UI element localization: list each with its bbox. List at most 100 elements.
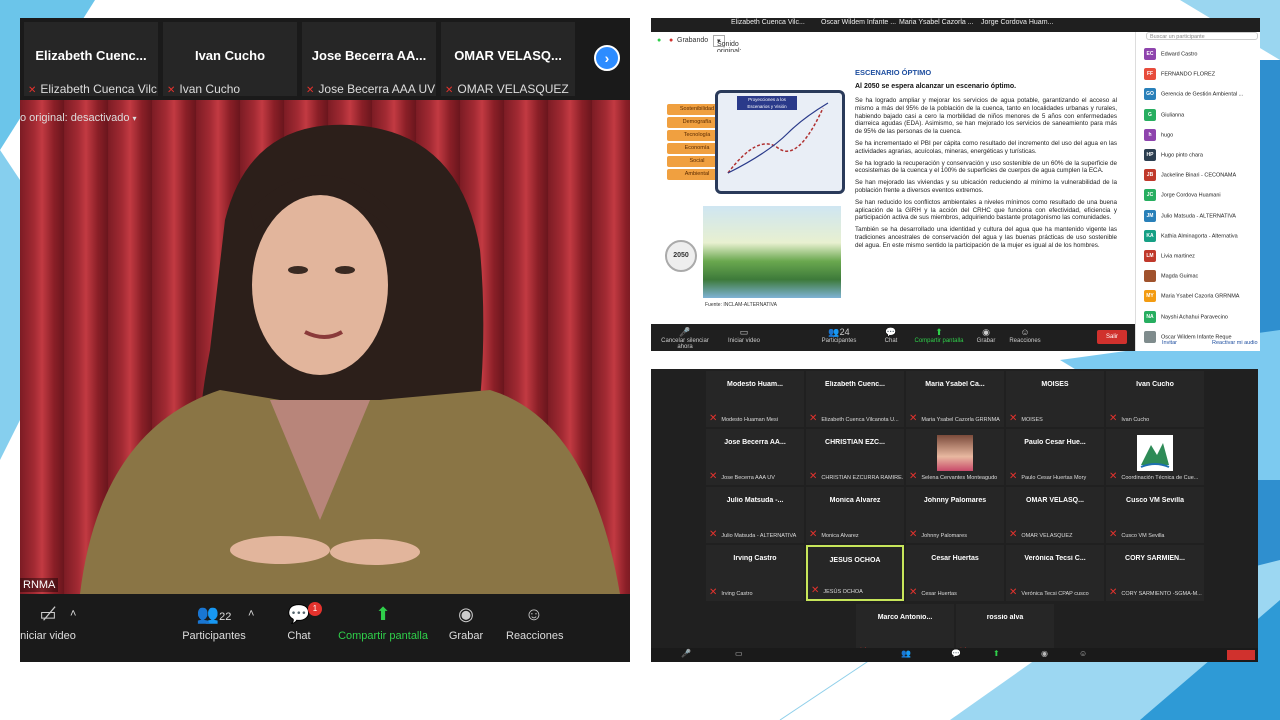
participant-name: Magda Guimac	[1161, 273, 1199, 280]
start-video-button[interactable]: ▭̸ niciar video	[20, 604, 76, 642]
reactions-button[interactable]: ☺ Reacciones	[1007, 327, 1043, 344]
muted-mic-icon: ✕	[445, 85, 454, 96]
gallery-tile[interactable]: Verónica Tecsi C... ✕ Verónica Tecsi CPAP …	[1006, 545, 1104, 601]
participant-list-item[interactable]: KA Kathia Alminagorta - Alternativa	[1144, 229, 1260, 244]
participant-label: ✕ Jose Becerra AAA UV	[306, 82, 436, 96]
gallery-tile[interactable]: OMAR VELASQ... ✕ OMAR VELASQUEZ	[1006, 487, 1104, 543]
record-button[interactable]: ◉ Grabar	[975, 327, 997, 344]
participant-list-item[interactable]: FF FERNANDO FLOREZ	[1144, 68, 1260, 82]
screen-share-window: Elizabeth Cuenca Vilc... Oscar Wildem In…	[651, 18, 1260, 351]
cancel-unmute-button[interactable]: 🎤 Cancelar silenciar ahora	[655, 327, 715, 350]
gallery-tile[interactable]: ✕ Selena Cervantes Monteagudo	[906, 429, 1004, 485]
share-screen-button[interactable]: ⬆ Compartir pantalla	[336, 604, 430, 642]
participant-name: Jorge Cordova Huamani	[1161, 192, 1221, 199]
reactivate-audio-button[interactable]: Reactivar mi audio	[1212, 340, 1258, 346]
participant-name: Marco Antonio...	[877, 614, 933, 621]
recording-bar: ● ● Grabando Sonido original: desactivad…	[651, 32, 1135, 62]
reactions-icon: ☺	[1020, 327, 1030, 337]
year-badge: 2050	[665, 240, 697, 272]
gallery-tile[interactable]: Cusco VM Sevilla ✕ Cusco VM Sevilla	[1106, 487, 1204, 543]
participant-list-item[interactable]: HP Hugo pinto chara	[1144, 149, 1260, 163]
participant-name: Hugo pinto chara	[1161, 152, 1203, 159]
share-screen-button[interactable]: ⬆ Compartir pantalla	[913, 327, 965, 344]
chat-button[interactable]: 💬 1 Chat	[282, 602, 322, 642]
participant-label: ✕ Johnny Palomares	[909, 529, 967, 540]
participant-list-item[interactable]: LM Livia martinez	[1144, 250, 1260, 264]
participants-chevron[interactable]: ˄	[248, 608, 254, 620]
gallery-tile[interactable]: Julio Matsuda -... ✕ Julio Matsuda - ALTER…	[706, 487, 804, 543]
share-screen-icon[interactable]: ⬆	[993, 649, 1000, 658]
diagram-header: Proyecciones a los Escenarios y Visión	[737, 96, 797, 110]
participants-button[interactable]: 👥24 Participantes	[819, 327, 859, 344]
gallery-tile[interactable]: ✕ Coordinación Técnica de Cue...	[1106, 429, 1204, 485]
participants-icon: 👥24	[828, 327, 850, 337]
gallery-tile[interactable]: CORY SARMIEN... ✕ CORY SARMIENTO -SGMA-M..…	[1106, 545, 1204, 601]
participant-label: ✕ Selena Cervantes Monteagudo	[909, 471, 998, 482]
participants-icon[interactable]: 👥	[901, 649, 911, 658]
participant-list-item[interactable]: JM Julio Matsuda - ALTERNATIVA	[1144, 209, 1260, 224]
participant-tile[interactable]: Ivan Cucho ✕ Ivan Cucho	[163, 22, 297, 96]
participant-tile[interactable]: OMAR VELASQ... ✕ OMAR VELASQUEZ	[441, 22, 575, 96]
participant-name: Jose Becerra AA...	[311, 48, 427, 63]
record-button[interactable]: ◉ Grabar	[446, 604, 486, 642]
participant-label: ✕ Modesto Huaman Mesi	[709, 413, 778, 424]
participant-label: ✕ Elizabeth Cuenca Vilc...	[28, 82, 158, 96]
chat-icon[interactable]: 💬	[951, 649, 961, 658]
gallery-tile[interactable]: Monica Alvarez ✕ Monica Alvarez	[806, 487, 904, 543]
participant-list-item[interactable]: JB Jackeline Binari - CECONAMA	[1144, 169, 1260, 183]
participant-name: Giulianna	[1161, 112, 1185, 119]
leave-button[interactable]	[1227, 650, 1255, 660]
participant-name: Ivan Cucho	[1136, 381, 1174, 388]
mic-icon[interactable]: 🎤	[681, 649, 691, 658]
leave-button[interactable]: Salir	[1097, 330, 1127, 344]
participant-search-input[interactable]: Buscar un participante	[1146, 32, 1258, 40]
gallery-tile[interactable]: Cesar Huertas ✕ Cesar Huertas	[906, 545, 1004, 601]
start-video-button[interactable]: ▭ Iniciar video	[727, 327, 761, 344]
participant-list-item[interactable]: h hugo	[1144, 128, 1260, 143]
participant-name: OMAR VELASQ...	[454, 48, 562, 63]
gallery-tile[interactable]: CHRISTIAN EZC... ✕ CHRISTIAN EZCURRA RAMIR…	[806, 429, 904, 485]
avatar: JB	[1144, 169, 1156, 182]
gallery-tile[interactable]: Elizabeth Cuenc... ✕ Elizabeth Cuenca Vilc…	[806, 371, 904, 427]
muted-mic-icon: ✕	[1109, 471, 1118, 482]
gallery-tile[interactable]: JESÚS OCHOA ✕ JESÚS OCHOA	[806, 545, 904, 601]
participants-button[interactable]: 👥22 Participantes	[174, 604, 254, 642]
participant-tile[interactable]: Jose Becerra AA... ✕ Jose Becerra AAA UV	[302, 22, 436, 96]
mini-participant-name: Maria Ysabel Cazorla ...	[899, 19, 974, 26]
participant-label: ✕ Cesar Huertas	[909, 587, 957, 598]
participant-list-item[interactable]: Magda Guimac	[1144, 270, 1260, 284]
muted-mic-icon: ✕	[1109, 587, 1118, 598]
gallery-tile[interactable]: Ivan Cucho ✕ Ivan Cucho	[1106, 371, 1204, 427]
participant-name: Nayshi Achahui Paravecino	[1161, 314, 1228, 321]
muted-mic-icon: ✕	[909, 529, 918, 540]
gallery-tile[interactable]: Irving Castro ✕ Irving Castro	[706, 545, 804, 601]
participant-name: FERNANDO FLOREZ	[1161, 71, 1216, 78]
participant-list-item[interactable]: GO Gerencia de Gestión Ambiental ...	[1144, 88, 1260, 102]
gallery-tile[interactable]: Jose Becerra AA... ✕ Jose Becerra AAA UV	[706, 429, 804, 485]
participant-list-item[interactable]: JC Jorge Cordova Huamani	[1144, 189, 1260, 203]
next-page-button[interactable]: ›	[594, 45, 620, 71]
paragraph: Se ha incrementado el PBI per cápita com…	[855, 139, 1117, 155]
gallery-tile[interactable]: MOISES ✕ MOISES	[1006, 371, 1104, 427]
gallery-tile[interactable]: Johnny Palomares ✕ Johnny Palomares	[906, 487, 1004, 543]
original-sound-dropdown[interactable]: Sonido original: desactivado ▾	[713, 35, 754, 62]
participant-tile[interactable]: Elizabeth Cuenc... ✕ Elizabeth Cuenca Vil…	[24, 22, 158, 96]
gallery-tile[interactable]: Paulo Cesar Hue... ✕ Paulo Cesar Huertas M…	[1006, 429, 1104, 485]
avatar: GO	[1144, 88, 1156, 101]
gallery-tile[interactable]: Modesto Huam... ✕ Modesto Huaman Mesi	[706, 371, 804, 427]
participant-list-item[interactable]: EC Edward Castro	[1144, 48, 1260, 62]
participant-list-item[interactable]: NA Nayshi Achahui Paravecino	[1144, 310, 1260, 325]
reactions-icon[interactable]: ☺	[1079, 649, 1087, 658]
participant-name: Verónica Tecsi C...	[1024, 555, 1086, 562]
video-options-chevron[interactable]: ˄	[70, 608, 76, 620]
participant-name: Cusco VM Sevilla	[1126, 497, 1184, 504]
participant-label: ✕ Julio Matsuda - ALTERNATIVA	[709, 529, 797, 540]
participant-list-item[interactable]: G Giulianna	[1144, 108, 1260, 123]
participant-list-item[interactable]: MY Maria Ysabel Cazorla GRRNMA	[1144, 290, 1260, 304]
video-off-icon[interactable]: ▭	[735, 649, 743, 658]
chat-button[interactable]: 💬 Chat	[881, 327, 901, 344]
gallery-tile[interactable]: Maria Ysabel Ca... ✕ Maria Ysabel Cazorla …	[906, 371, 1004, 427]
record-icon[interactable]: ◉	[1041, 649, 1048, 658]
invite-button[interactable]: Invitar	[1162, 340, 1177, 346]
reactions-button[interactable]: ☺ Reacciones	[506, 604, 563, 642]
